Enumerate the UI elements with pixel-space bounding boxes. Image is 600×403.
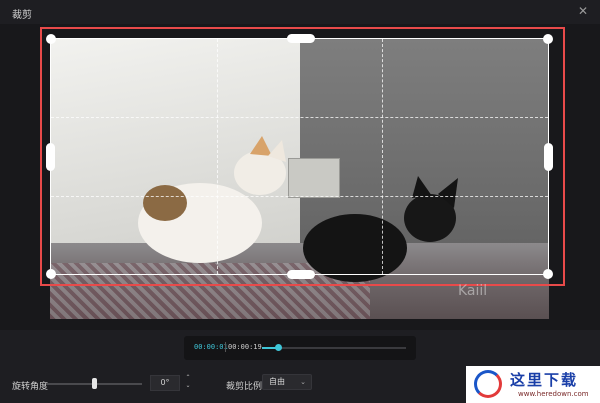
site-watermark: 这里下载 www.heredown.com xyxy=(466,366,600,403)
crop-ratio-label: 裁剪比例 xyxy=(226,382,263,392)
crop-handle-bottom-left[interactable] xyxy=(46,269,56,279)
preview-stage xyxy=(0,24,600,330)
rotation-slider-thumb[interactable] xyxy=(92,378,97,389)
seek-slider[interactable] xyxy=(262,344,406,351)
crop-ratio-value: 自由 xyxy=(269,377,285,386)
stepper-up-icon[interactable]: ⌃ xyxy=(184,374,192,382)
grid-line-v2 xyxy=(382,39,384,274)
seek-thumb[interactable] xyxy=(274,344,282,351)
crop-ratio-select[interactable]: 自由 ⌄ xyxy=(262,374,312,390)
crop-handle-bottom[interactable] xyxy=(287,270,315,279)
rotation-slider[interactable] xyxy=(46,378,142,389)
site-watermark-text: 这里下载 xyxy=(510,371,579,389)
total-time: 00:00:19 xyxy=(228,343,262,351)
time-divider xyxy=(225,342,226,352)
crop-handle-top-left[interactable] xyxy=(46,34,56,44)
playback-bar: 00:00:01 00:00:19 xyxy=(184,336,416,360)
close-icon[interactable]: ✕ xyxy=(576,4,590,18)
rotation-label: 旋转角度 xyxy=(12,382,49,392)
current-time: 00:00:01 xyxy=(194,343,228,351)
site-watermark-url: www.heredown.com xyxy=(518,390,589,398)
crop-handle-right[interactable] xyxy=(544,143,553,171)
grid-line-v1 xyxy=(216,39,218,274)
crop-handle-top-right[interactable] xyxy=(543,34,553,44)
crop-handle-left[interactable] xyxy=(46,143,55,171)
photo-watermark: Kaiil xyxy=(458,283,488,299)
chevron-down-icon: ⌄ xyxy=(300,378,306,386)
window-title: 裁剪 xyxy=(12,10,32,21)
crop-frame[interactable] xyxy=(46,34,553,279)
title-bar: 裁剪 ✕ xyxy=(0,0,600,24)
site-logo-icon xyxy=(474,370,502,398)
rotation-stepper[interactable]: ⌃ ⌄ xyxy=(184,374,192,392)
stepper-down-icon[interactable]: ⌄ xyxy=(184,382,192,390)
rotation-degree-input[interactable]: 0° xyxy=(150,375,180,391)
grid-line-h2 xyxy=(51,195,548,197)
crop-handle-bottom-right[interactable] xyxy=(543,269,553,279)
crop-handle-top[interactable] xyxy=(287,34,315,43)
grid-line-h1 xyxy=(51,117,548,119)
